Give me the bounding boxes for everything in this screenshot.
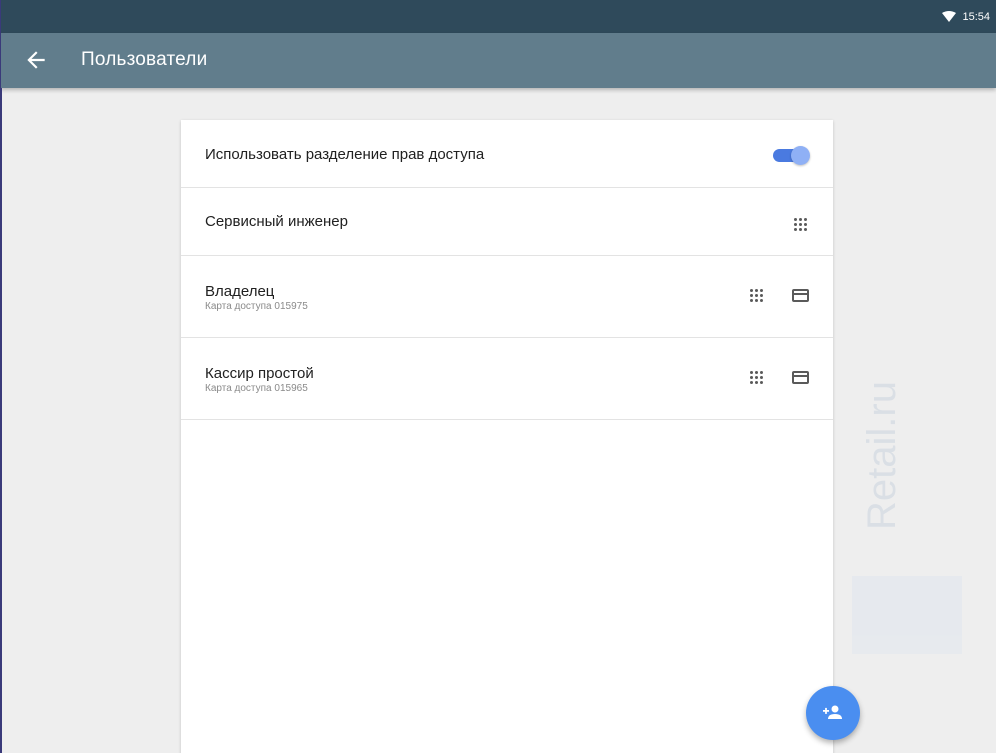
toggle-thumb [791,146,810,165]
access-separation-label: Использовать разделение прав доступа [205,146,485,163]
watermark-logo-box [852,576,962,654]
status-bar-right: 15:54 [942,0,990,33]
dialpad-icon[interactable] [744,283,768,307]
add-user-button[interactable] [806,686,860,740]
page-title: Пользователи [81,49,208,70]
user-name: Сервисный инженер [205,213,348,230]
user-name: Кассир простой [205,365,314,382]
dialpad-icon[interactable] [788,212,812,236]
user-row[interactable]: Сервисный инженер [181,188,833,256]
user-access-card: Карта доступа 015975 [205,301,308,312]
access-separation-row[interactable]: Использовать разделение прав доступа [181,120,833,188]
credit-card-icon[interactable] [788,283,812,307]
dialpad-icon[interactable] [744,365,768,389]
wifi-icon [942,11,957,22]
status-time: 15:54 [962,10,990,23]
credit-card-icon[interactable] [788,365,812,389]
window-edge [0,88,2,753]
arrow-back-icon[interactable] [23,47,49,73]
watermark-text: Retail.ru [860,381,904,530]
users-card: Использовать разделение прав доступа Сер… [181,120,833,753]
add-user-icon [823,705,842,719]
watermark: Retail.ru [852,381,962,660]
status-bar: 15:54 [0,0,996,33]
user-name: Владелец [205,283,275,300]
user-row[interactable]: Владелец Карта доступа 015975 [181,256,833,338]
access-separation-toggle[interactable] [773,146,810,165]
user-row[interactable]: Кассир простой Карта доступа 015965 [181,338,833,420]
user-access-card: Карта доступа 015965 [205,383,308,394]
app-bar: Пользователи [0,33,996,88]
